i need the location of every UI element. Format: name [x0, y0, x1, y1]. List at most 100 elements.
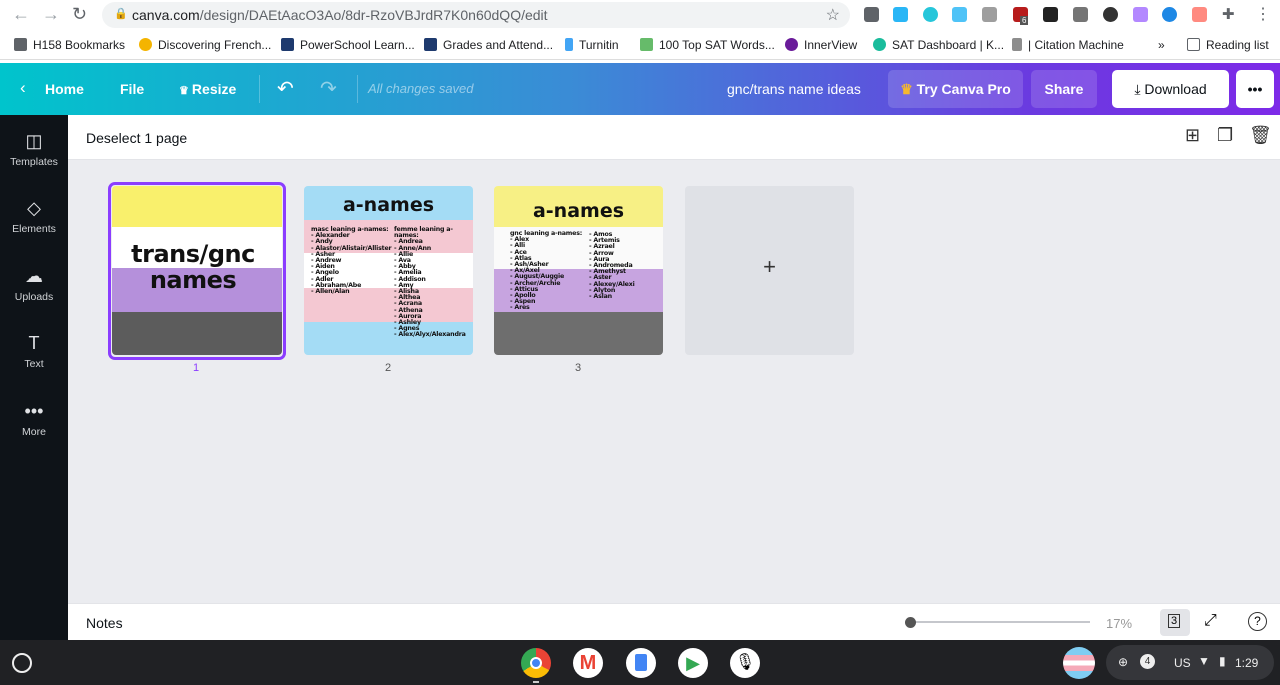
page-count-button[interactable]: 3: [1160, 609, 1190, 636]
share-button[interactable]: Share: [1031, 70, 1097, 108]
zoom-slider[interactable]: [910, 621, 1090, 623]
duplicate-page-icon[interactable]: ❐: [1217, 125, 1233, 146]
undo-icon[interactable]: ↶: [277, 76, 294, 101]
url-path: /design/DAEtAacO3Ao/8dr-RzoVBJrdR7K0n60d…: [199, 7, 548, 23]
try-canva-pro-button[interactable]: ♛ Try Canva Pro: [888, 70, 1023, 108]
flag-stripe: [494, 312, 663, 355]
bookmark-item[interactable]: PowerSchool Learn...: [281, 38, 415, 52]
avatar[interactable]: [1063, 647, 1095, 679]
forward-icon[interactable]: →: [42, 4, 60, 25]
trash-icon[interactable]: 🗑: [1249, 125, 1272, 146]
more-bookmarks-button[interactable]: »: [1158, 38, 1165, 52]
zoom-level[interactable]: 17%: [1106, 616, 1132, 631]
flag-stripe: [112, 312, 282, 355]
sidebar-item-more[interactable]: ••• More: [0, 401, 68, 438]
extension-badge: 6: [1020, 16, 1029, 25]
home-button[interactable]: Home: [45, 81, 84, 97]
extension-icon[interactable]: [1133, 7, 1148, 22]
text-icon: T: [28, 333, 40, 353]
extension-icon[interactable]: [893, 7, 908, 22]
reading-list-button[interactable]: Reading list: [1187, 38, 1269, 52]
names-list: - Amos - Artemis - Azrael - Arrow - Aura…: [589, 231, 635, 301]
bookmark-item[interactable]: Turnitin: [565, 38, 619, 52]
back-icon[interactable]: ←: [12, 4, 30, 25]
chrome-menu-icon[interactable]: ⋮: [1255, 4, 1271, 24]
chrome-app-icon[interactable]: [521, 648, 551, 678]
voice-recorder-app-icon[interactable]: 🎙: [730, 648, 760, 678]
extension-icon[interactable]: [1043, 7, 1058, 22]
page-number: 1: [192, 362, 200, 374]
extension-icon[interactable]: [1103, 7, 1118, 22]
page-number: 2: [384, 362, 392, 374]
notes-bar: Notes 17% 3 ⤢ ?: [68, 603, 1280, 640]
elements-icon: ◇: [27, 198, 41, 218]
running-indicator: [533, 681, 539, 683]
bookmark-item[interactable]: | Citation Machine: [1012, 38, 1124, 52]
browser-toolbar: ← → ↻ 🔒 canva.com/design/DAEtAacO3Ao/8dr…: [0, 0, 1280, 30]
bookmark-item[interactable]: Grades and Attend...: [424, 38, 553, 52]
extension-icon[interactable]: [1192, 7, 1207, 22]
design-title[interactable]: gnc/trans name ideas: [727, 81, 861, 97]
names-list: gnc leaning a-names: - Alex - Alli - Ace…: [510, 230, 583, 312]
crown-icon: ♛: [900, 81, 917, 97]
wifi-icon: ▼: [1198, 654, 1210, 668]
bookmark-star-icon[interactable]: ☆: [826, 5, 840, 25]
extension-r-icon[interactable]: [864, 7, 879, 22]
notes-button[interactable]: Notes: [86, 615, 123, 631]
sidebar-item-text[interactable]: T Text: [0, 333, 68, 370]
extension-icon[interactable]: [1073, 7, 1088, 22]
editor-header: ‹ Home File ♛ Resize ↶ ↷ All changes sav…: [0, 63, 1280, 115]
bookmark-item[interactable]: SAT Dashboard | K...: [873, 38, 1004, 52]
address-bar[interactable]: 🔒 canva.com/design/DAEtAacO3Ao/8dr-RzoVB…: [102, 2, 850, 28]
lock-icon: 🔒: [114, 8, 128, 20]
zoom-slider-handle[interactable]: [905, 617, 916, 628]
url-domain: canva.com: [132, 7, 200, 23]
resize-button[interactable]: ♛ Resize: [179, 81, 236, 97]
bookmark-item[interactable]: 100 Top SAT Words...: [640, 38, 775, 52]
add-page-icon[interactable]: ⊞: [1185, 125, 1200, 146]
extension-icon[interactable]: [923, 7, 938, 22]
play-store-app-icon[interactable]: ▶: [678, 648, 708, 678]
file-menu-button[interactable]: File: [120, 81, 144, 97]
page-number: 3: [574, 362, 582, 374]
docs-app-icon[interactable]: [626, 648, 656, 678]
redo-icon[interactable]: ↷: [320, 76, 337, 101]
names-list: femme leaning a- names: - Andrea - Anne/…: [394, 226, 466, 339]
bookmark-item[interactable]: InnerView: [785, 38, 857, 52]
names-list: masc leaning a-names: - Alexander - Andy…: [311, 226, 392, 296]
uploads-icon: ☁: [25, 266, 43, 286]
gmail-app-icon[interactable]: M: [573, 648, 603, 678]
download-button[interactable]: ⤓ Download: [1112, 70, 1229, 108]
bookmarks-bar: H158 Bookmarks Discovering French... Pow…: [0, 30, 1280, 60]
help-button[interactable]: ?: [1248, 612, 1267, 631]
sidebar: ◫ Templates ◇ Elements ☁ Uploads T Text ••• M…: [0, 115, 68, 640]
battery-icon: ▮: [1219, 654, 1226, 668]
divider: [357, 75, 358, 103]
more-icon: •••: [24, 401, 44, 421]
extension-icon[interactable]: [1162, 7, 1177, 22]
chevron-left-icon[interactable]: ‹: [20, 78, 26, 98]
sidebar-item-uploads[interactable]: ☁ Uploads: [0, 266, 68, 303]
fullscreen-icon[interactable]: ⤢: [1204, 612, 1217, 630]
bookmark-item[interactable]: Discovering French...: [139, 38, 271, 52]
reload-icon[interactable]: ↻: [72, 4, 87, 25]
page-title-text: trans/gnc names: [131, 240, 255, 294]
bookmark-item[interactable]: H158 Bookmarks: [14, 38, 125, 52]
sidebar-item-templates[interactable]: ◫ Templates: [0, 131, 68, 168]
launcher-icon[interactable]: [12, 653, 32, 673]
page-thumbnail-3[interactable]: a-names gnc leaning a-names: - Alex - Al…: [494, 186, 663, 355]
page-title-text: a-names: [532, 200, 625, 222]
notification-count: 4: [1140, 654, 1155, 669]
page-thumbnail-1[interactable]: trans/gnc names: [112, 186, 282, 355]
templates-icon: ◫: [25, 131, 43, 151]
extension-icon[interactable]: [952, 7, 967, 22]
more-options-button[interactable]: •••: [1236, 70, 1274, 108]
puzzle-icon[interactable]: ✚: [1222, 5, 1235, 23]
deselect-page-button[interactable]: Deselect 1 page: [86, 130, 187, 146]
extension-icon[interactable]: [982, 7, 997, 22]
add-page-button[interactable]: +: [685, 186, 854, 355]
sidebar-item-elements[interactable]: ◇ Elements: [0, 198, 68, 235]
system-tray[interactable]: ⊕ 4 US ▼ ▮ 1:29: [1106, 645, 1274, 680]
keyboard-locale: US: [1174, 656, 1191, 670]
page-thumbnail-2[interactable]: a-names masc leaning a-names: - Alexande…: [304, 186, 473, 355]
